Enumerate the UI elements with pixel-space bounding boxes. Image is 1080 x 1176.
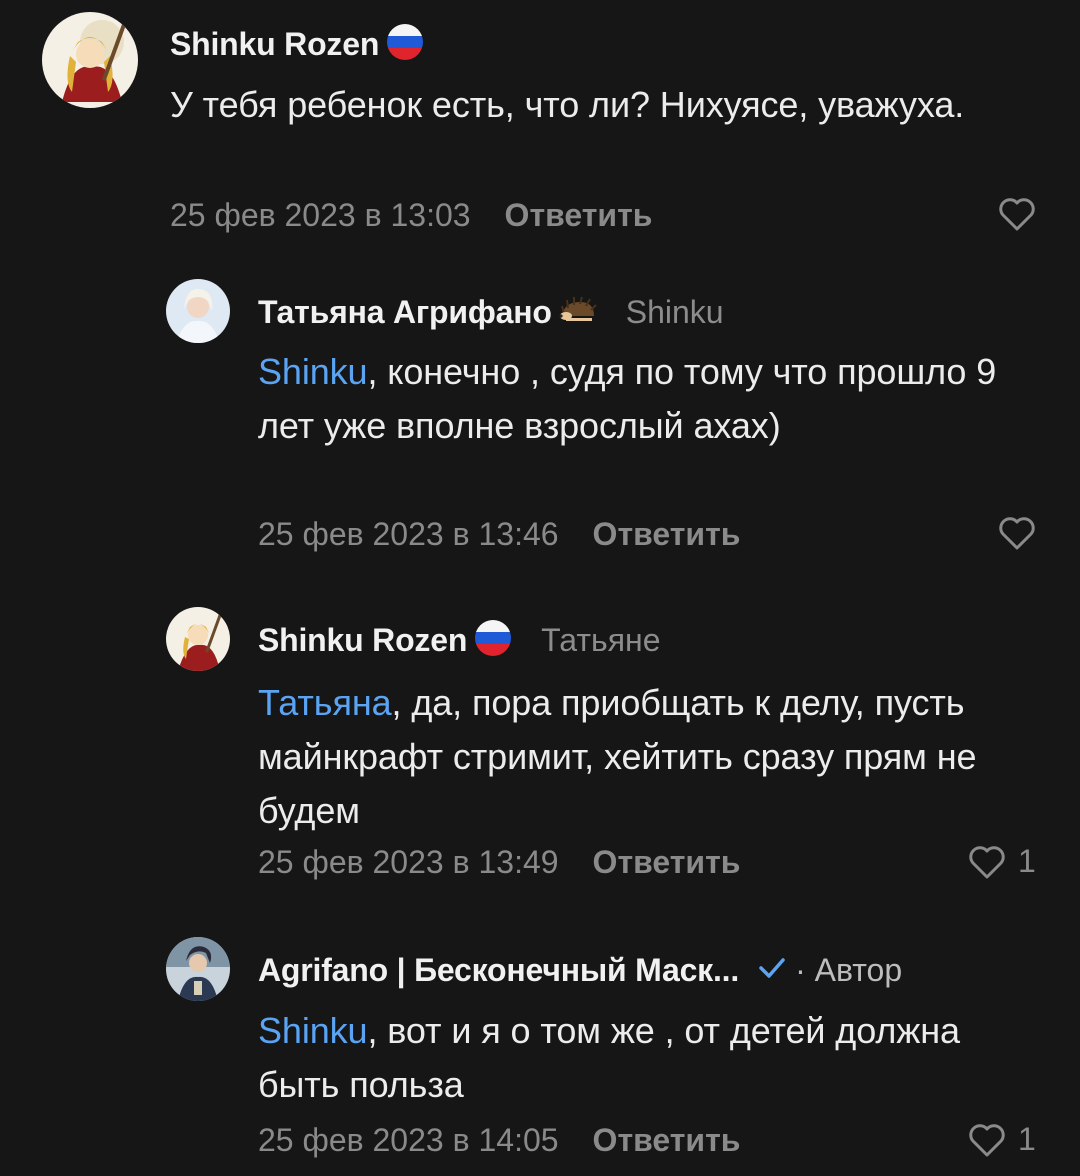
russia-flag-icon bbox=[385, 22, 425, 67]
like-button[interactable]: 1 bbox=[968, 843, 1036, 880]
comment-author[interactable]: Shinku Rozen bbox=[258, 622, 467, 659]
comment-author[interactable]: Татьяна Агрифано bbox=[258, 294, 552, 331]
mention-link[interactable]: Татьяна bbox=[258, 682, 392, 723]
like-button[interactable] bbox=[998, 515, 1036, 551]
comment-text: Татьяна, да, пора приобщать к делу, пуст… bbox=[258, 682, 977, 831]
reply-button[interactable]: Ответить bbox=[593, 1122, 741, 1159]
comment-text: Shinku, вот и я о том же , от детей долж… bbox=[258, 1010, 960, 1105]
comment-date: 25 фев 2023 в 13:03 bbox=[170, 196, 471, 233]
heart-icon bbox=[968, 1122, 1006, 1158]
comment-author[interactable]: Agrifano | Бесконечный Маск... bbox=[258, 952, 739, 989]
reply-button[interactable]: Ответить bbox=[593, 516, 741, 553]
verified-check-icon bbox=[757, 953, 787, 988]
avatar[interactable] bbox=[42, 12, 138, 108]
avatar[interactable] bbox=[166, 279, 230, 343]
like-count: 1 bbox=[1018, 843, 1036, 879]
author-label: · Автор bbox=[795, 951, 903, 988]
reply-button[interactable]: Ответить bbox=[593, 844, 741, 881]
avatar[interactable] bbox=[166, 607, 230, 671]
reply-button[interactable]: Ответить bbox=[505, 197, 653, 234]
like-button[interactable]: 1 bbox=[968, 1121, 1036, 1158]
comment-date: 25 фев 2023 в 14:05 bbox=[258, 1121, 559, 1158]
russia-flag-icon bbox=[473, 618, 513, 663]
heart-icon bbox=[998, 196, 1036, 232]
comment-author[interactable]: Shinku Rozen bbox=[170, 26, 379, 63]
reply-to-label[interactable]: Татьяне bbox=[541, 622, 660, 659]
like-button[interactable] bbox=[998, 196, 1036, 232]
avatar[interactable] bbox=[166, 937, 230, 1001]
heart-icon bbox=[968, 844, 1006, 880]
reply-to-label[interactable]: Shinku bbox=[626, 294, 724, 331]
like-count: 1 bbox=[1018, 1121, 1036, 1157]
mention-link[interactable]: Shinku bbox=[258, 351, 368, 392]
comment-text: У тебя ребенок есть, что ли? Нихуясе, ув… bbox=[170, 84, 965, 125]
hedgehog-icon bbox=[558, 294, 598, 331]
mention-link[interactable]: Shinku bbox=[258, 1010, 368, 1051]
comment-text: Shinku, конечно , судя по тому что прошл… bbox=[258, 351, 997, 446]
comment-date: 25 фев 2023 в 13:49 bbox=[258, 843, 559, 880]
comment-date: 25 фев 2023 в 13:46 bbox=[258, 515, 559, 552]
heart-icon bbox=[998, 515, 1036, 551]
